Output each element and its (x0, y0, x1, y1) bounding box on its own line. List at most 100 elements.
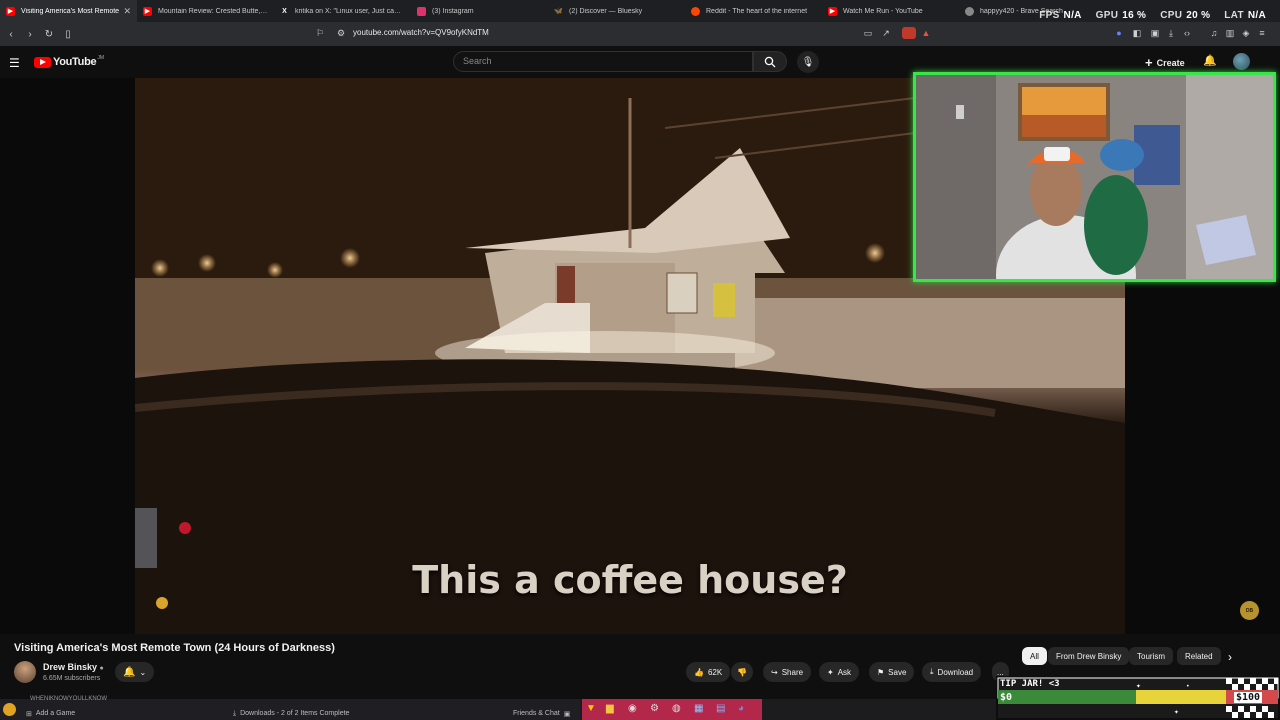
share-icon[interactable]: ↗ (880, 27, 892, 39)
like-count: 62K (707, 667, 723, 677)
notes-icon[interactable]: ▤ (716, 703, 725, 714)
photos-icon[interactable]: ▦ (694, 703, 703, 714)
verified-icon: ● (99, 665, 104, 672)
youtube-play-icon (34, 56, 51, 68)
friends-chat-button[interactable]: Friends & Chat ▣ (513, 710, 570, 718)
tip-jar-current: $0 (1000, 692, 1013, 703)
add-game-button[interactable]: ⊞ Add a Game (26, 710, 75, 718)
folder-icon[interactable]: ▆ (606, 703, 614, 714)
reload-icon[interactable]: ↻ (41, 26, 57, 42)
close-icon[interactable]: ✕ (123, 6, 131, 17)
share-button[interactable]: ↪ Share (763, 662, 812, 682)
performance-overlay: FPS N/A GPU 16 % CPU 20 % LAT N/A (1039, 10, 1266, 21)
subscriber-count: 6.65M subscribers (43, 675, 101, 682)
youtube-icon: ▶ (6, 6, 15, 16)
tab-3[interactable]: (3) Instagram (411, 0, 548, 22)
avatar[interactable] (1233, 53, 1250, 70)
channel-avatar[interactable] (14, 661, 36, 683)
discord-icon[interactable]: ◕ (738, 703, 744, 714)
tab-2[interactable]: X kritika on X: "Linux user, Just came a (274, 0, 411, 22)
save-label: Save (888, 667, 907, 677)
cpu-label: CPU (1160, 10, 1183, 21)
site-info-icon[interactable]: ⚙ (335, 27, 347, 39)
gpu-value: 16 % (1122, 10, 1147, 21)
create-label: Create (1156, 57, 1185, 68)
menu-panel-icon[interactable]: ▥ (1224, 27, 1236, 39)
address-bar[interactable]: youtube.com/watch?v=QV9ofyKNdTM (353, 28, 489, 37)
tab-1[interactable]: ▶ Mountain Review: Crested Butte, Co (137, 0, 274, 22)
voice-search-button[interactable]: 🎙 (797, 51, 819, 73)
notifications-icon[interactable]: 🔔 (1203, 54, 1217, 67)
country-code: JM (97, 55, 104, 61)
share-icon: ↪ (771, 667, 778, 677)
chip-related[interactable]: Related (1177, 647, 1221, 665)
chevron-right-icon[interactable]: › (1228, 650, 1232, 664)
tab-label: kritika on X: "Linux user, Just came a (295, 7, 405, 15)
brave-shields-icon[interactable] (902, 27, 916, 39)
tab-label: (2) Discover — Bluesky (569, 7, 643, 15)
tab-label: Visiting America's Most Remote (21, 7, 120, 15)
steam-icon[interactable]: ◉ (628, 703, 637, 714)
menu-icon[interactable]: ☰ (9, 56, 20, 70)
brave-rewards-icon[interactable]: ▲ (920, 27, 932, 39)
back-icon[interactable]: ‹ (3, 26, 19, 42)
bluesky-icon: 🦋 (554, 8, 563, 15)
wallet-icon[interactable]: ▣ (1149, 27, 1161, 39)
tip-jar-label: TIP JAR! <3 (1000, 679, 1060, 689)
chip-tourism[interactable]: Tourism (1129, 647, 1174, 665)
cast-icon[interactable]: ▭ (862, 27, 874, 39)
ask-button[interactable]: ✦ Ask (819, 662, 860, 682)
bookmark-icon[interactable]: ⚐ (314, 27, 326, 39)
download-button[interactable]: ⤓ Download (922, 662, 982, 682)
sidebar-icon[interactable]: ▯ (60, 26, 76, 42)
friends-chat-label: Friends & Chat (513, 710, 560, 717)
now-playing-text: WHENIKNOWYOULLKNOW (30, 696, 108, 702)
share-label: Share (781, 667, 804, 677)
channel-watermark[interactable]: DB (1240, 601, 1259, 620)
subscribe-bell-button[interactable]: 🔔 ⌄ (115, 662, 155, 682)
download-icon: ⤓ (930, 667, 934, 676)
brave-taskbar-icon[interactable]: ▼ (586, 703, 596, 714)
bell-icon: 🔔 (123, 666, 136, 678)
youtube-logo[interactable]: YouTube JM (34, 55, 104, 68)
forward-icon[interactable]: › (22, 26, 38, 42)
tab-label: Reddit - The heart of the internet (706, 7, 808, 15)
tab-label: (3) Instagram (432, 7, 474, 15)
channel-name-text: Drew Binsky (43, 662, 98, 672)
tab-5[interactable]: Reddit - The heart of the internet (685, 0, 822, 22)
brave-icon (965, 6, 974, 16)
downloads-status[interactable]: ⤓ Downloads - 2 of 2 Items Complete (233, 710, 349, 718)
webcam-feed (916, 75, 1273, 279)
svg-text:•: • (1186, 683, 1190, 690)
tab-0[interactable]: ▶ Visiting America's Most Remote ✕ (0, 0, 137, 22)
obs-icon[interactable]: ◍ (672, 703, 681, 714)
download-label: Download (937, 667, 974, 677)
launcher-icon[interactable] (3, 703, 16, 716)
media-icon[interactable]: ♫ (1208, 27, 1220, 39)
create-button[interactable]: + Create (1145, 55, 1185, 70)
extension-icon-2[interactable]: ◧ (1131, 27, 1143, 39)
tab-6[interactable]: ▶ Watch Me Run - YouTube (822, 0, 959, 22)
thumbs-down-icon: 👎 (737, 667, 747, 677)
x-icon: X (282, 7, 287, 15)
devtools-icon[interactable]: ‹› (1181, 27, 1193, 39)
tab-4[interactable]: 🦋 (2) Discover — Bluesky (548, 0, 685, 22)
channel-name[interactable]: Drew Binsky ● (43, 662, 104, 672)
dislike-button[interactable]: 👎 (731, 662, 753, 682)
extension-icon[interactable]: ● (1113, 27, 1125, 39)
like-button[interactable]: 👍 62K (686, 662, 731, 682)
gpu-label: GPU (1095, 10, 1119, 21)
plus-icon: + (1145, 55, 1153, 70)
search-icon (764, 56, 776, 67)
downloads-icon[interactable]: ⤓ (1165, 27, 1177, 39)
cpu-value: 20 % (1186, 10, 1211, 21)
fps-value: N/A (1063, 10, 1082, 21)
hamburger-menu-icon[interactable]: ≡ (1256, 27, 1268, 39)
save-button[interactable]: ⚑ Save (869, 662, 915, 682)
chip-all[interactable]: All (1022, 647, 1047, 665)
vpn-icon[interactable]: ◈ (1240, 27, 1252, 39)
search-input[interactable]: Search (453, 51, 753, 72)
settings-icon[interactable]: ⚙ (650, 703, 659, 714)
chip-from-channel[interactable]: From Drew Binsky (1048, 647, 1130, 665)
search-button[interactable] (753, 51, 787, 72)
